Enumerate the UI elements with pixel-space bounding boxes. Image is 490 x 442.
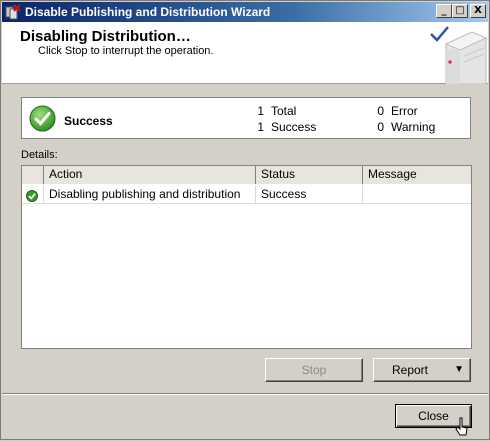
- success-check-icon: [26, 189, 38, 202]
- total-count: 1: [257, 104, 264, 118]
- wizard-header: Disabling Distribution… Click Stop to in…: [2, 22, 488, 85]
- total-label: Total: [271, 104, 297, 118]
- details-label: Details:: [21, 149, 58, 161]
- column-header-status[interactable]: Status: [256, 166, 363, 184]
- success-check-icon: [29, 105, 56, 132]
- chevron-down-icon: ▼: [454, 364, 464, 375]
- column-header-message[interactable]: Message: [363, 166, 471, 184]
- title-bar[interactable]: Disable Publishing and Distribution Wiza…: [2, 2, 488, 22]
- wizard-app-icon: [5, 4, 21, 20]
- row-status-cell: [22, 185, 44, 204]
- row-message-cell: [363, 185, 471, 204]
- close-window-button[interactable]: X: [470, 4, 486, 18]
- success-label: Success: [271, 120, 317, 134]
- error-count: 0: [377, 104, 384, 118]
- maximize-button[interactable]: □: [452, 4, 468, 18]
- page-title: Disabling Distribution…: [20, 28, 191, 45]
- overall-status: Success: [64, 114, 113, 128]
- wizard-window: Disable Publishing and Distribution Wiza…: [0, 0, 490, 440]
- success-stat: 1 Success: [254, 120, 316, 134]
- details-grid[interactable]: Action Status Message Disabling publishi…: [21, 165, 472, 349]
- error-label: Error: [391, 104, 418, 118]
- warning-label: Warning: [391, 120, 436, 134]
- warning-stat: 0 Warning: [374, 120, 435, 134]
- footer-divider: [2, 393, 488, 395]
- total-stat: 1 Total: [254, 104, 296, 118]
- success-count: 1: [257, 120, 264, 134]
- status-summary: Success 1 Total 1 Success 0 Error 0 Warning: [21, 97, 471, 139]
- row-action-cell: Disabling publishing and distribution: [44, 185, 256, 204]
- stop-button[interactable]: Stop: [265, 358, 363, 382]
- row-status-text: Success: [256, 185, 363, 204]
- grid-header: Action Status Message: [22, 166, 471, 184]
- server-graphic: [428, 22, 488, 85]
- report-button[interactable]: Report ▼: [373, 358, 471, 382]
- header-icon-column[interactable]: [22, 166, 44, 184]
- minimize-button[interactable]: _: [436, 4, 452, 18]
- column-header-action[interactable]: Action: [44, 166, 256, 184]
- mouse-pointer-icon: [454, 417, 470, 439]
- page-subtitle: Click Stop to interrupt the operation.: [38, 45, 214, 57]
- window-title: Disable Publishing and Distribution Wiza…: [25, 5, 271, 19]
- error-stat: 0 Error: [374, 104, 418, 118]
- report-button-label: Report: [391, 363, 429, 377]
- table-row[interactable]: Disabling publishing and distribution Su…: [22, 185, 471, 204]
- warning-count: 0: [377, 120, 384, 134]
